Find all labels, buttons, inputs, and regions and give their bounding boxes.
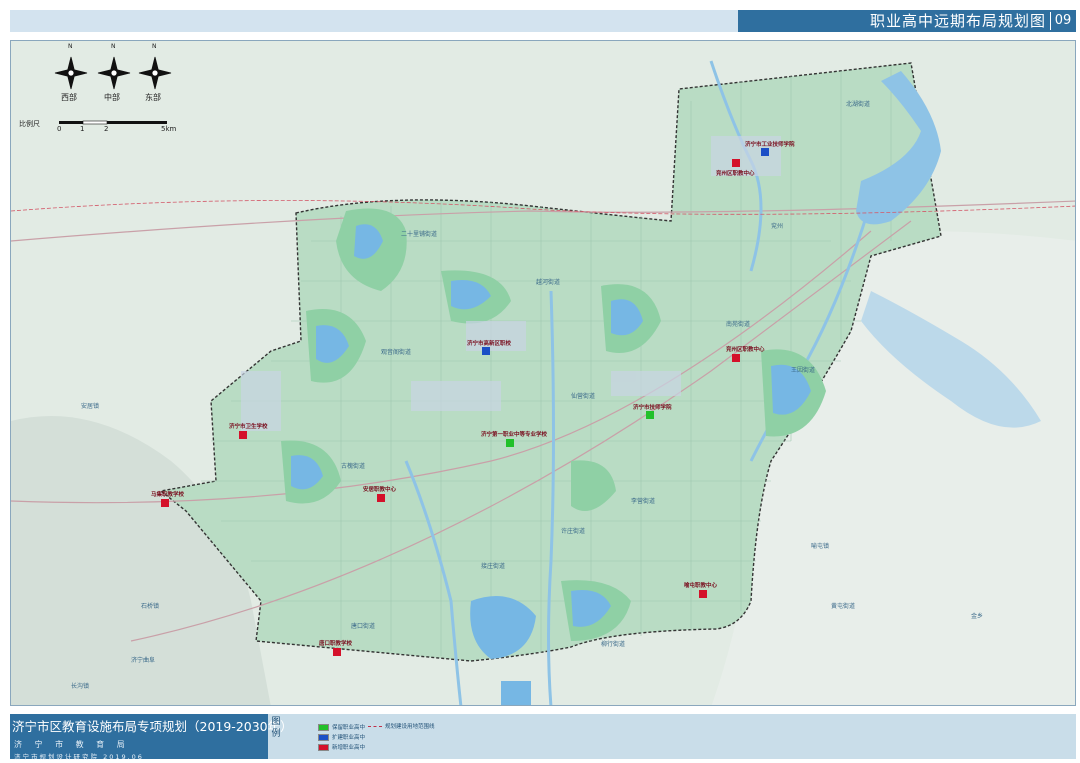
school-marker-yutun (699, 590, 707, 598)
area-label: 古槐街道 (341, 463, 366, 470)
area-label: 许庄街道 (561, 528, 586, 535)
legend-label: 规划建设用地范围线 (385, 724, 435, 730)
scale-bar-label: 比例尺 (19, 120, 40, 128)
map-frame: N N N 西部 中部 东部 比例尺 0 1 2 5km 北湖街道 南苑街道 越… (10, 40, 1076, 706)
school-marker-yanzhou1 (732, 159, 740, 167)
area-label: 王因街道 (791, 367, 816, 374)
area-label: 黄屯街道 (831, 603, 856, 610)
org-education-bureau: 济 宁 市 教 育 局 (14, 740, 130, 749)
area-label: 安居镇 (81, 403, 100, 410)
school-marker-maji (161, 499, 169, 507)
school-label: 喻屯职教中心 (684, 583, 718, 589)
legend-label: 保留职业高中 (332, 725, 366, 731)
school-label: 马集职教学校 (151, 492, 185, 498)
area-label: 柳行街道 (601, 641, 626, 648)
school-label: 济宁市高新区职校 (467, 341, 512, 347)
red-square-icon (318, 744, 329, 751)
area-label: 仙营街道 (571, 393, 596, 400)
school-marker-yanzhou2 (732, 354, 740, 362)
school-marker-anju (377, 494, 385, 502)
area-label: 喻屯镇 (811, 543, 830, 550)
plan-title: 济宁市区教育设施布局专项规划（2019-2030年） (12, 719, 293, 734)
area-label: 金乡 (971, 613, 984, 620)
school-marker-weisheng (239, 431, 247, 439)
area-label: 兖州 (771, 223, 784, 230)
scale-tick-0: 0 (57, 125, 62, 133)
scale-bar-icon (59, 120, 167, 125)
school-label: 济宁市工业技师学院 (745, 142, 795, 148)
compass-north-label: N (152, 43, 157, 50)
area-label: 石桥镇 (141, 603, 160, 610)
legend-item-new: 新增职业高中 (318, 744, 365, 752)
compass-north-label: N (111, 43, 116, 50)
legend-title: 图例 (271, 717, 281, 739)
compass-label-central: 中部 (104, 93, 120, 102)
compass-north-label: N (68, 43, 73, 50)
page-number: 09 (1050, 12, 1075, 30)
scale-tick-2: 2 (104, 125, 109, 133)
school-label: 济宁第一职业中等专业学校 (481, 432, 548, 438)
school-marker-gaoxin (482, 347, 490, 355)
legend-item-boundary: 规划建设用地范围线 (368, 724, 435, 731)
compass-label-east: 东部 (145, 93, 161, 102)
dashed-line-icon (368, 726, 382, 727)
school-label: 济宁市卫生学校 (229, 424, 268, 430)
area-label: 唐口街道 (351, 623, 376, 630)
legend-item-expand: 扩建职业高中 (318, 734, 365, 742)
area-label: 李营街道 (631, 498, 656, 505)
school-marker-gongye (761, 148, 769, 156)
legend-label: 扩建职业高中 (332, 735, 366, 741)
area-label: 长沟镇 (71, 683, 90, 690)
legend-label: 新增职业高中 (332, 745, 366, 751)
map-canvas (11, 41, 1075, 705)
school-label: 兖州区职教中心 (726, 347, 765, 353)
scale-tick-5km: 5km (161, 125, 177, 133)
compass-label-west: 西部 (61, 93, 77, 102)
school-label: 兖州区职教中心 (716, 171, 755, 177)
area-label: 接庄街道 (481, 563, 506, 570)
school-marker-jishi (646, 411, 654, 419)
area-label: 二十里铺街道 (401, 231, 438, 238)
area-label: 济宁曲阜 (131, 657, 156, 664)
page-title: 职业高中远期布局规划图 (869, 12, 1046, 30)
school-label: 安居职教中心 (363, 487, 397, 493)
org-planning-institute: 济宁市规划设计研究院 2019.06 (14, 753, 144, 761)
legend-item-keep: 保留职业高中 (318, 724, 365, 732)
area-label: 南苑街道 (726, 321, 751, 328)
school-label: 济宁市技师学院 (633, 405, 672, 411)
area-label: 观音阁街道 (381, 349, 412, 356)
area-label: 北湖街道 (846, 101, 871, 108)
blue-square-icon (318, 734, 329, 741)
school-label: 唐口职教学校 (319, 641, 353, 647)
area-label: 越河街道 (536, 279, 561, 286)
school-marker-tangkou (333, 648, 341, 656)
green-square-icon (318, 724, 329, 731)
scale-tick-1: 1 (80, 125, 85, 133)
school-marker-diyizhizhuan (506, 439, 514, 447)
compass-icon (54, 56, 172, 90)
